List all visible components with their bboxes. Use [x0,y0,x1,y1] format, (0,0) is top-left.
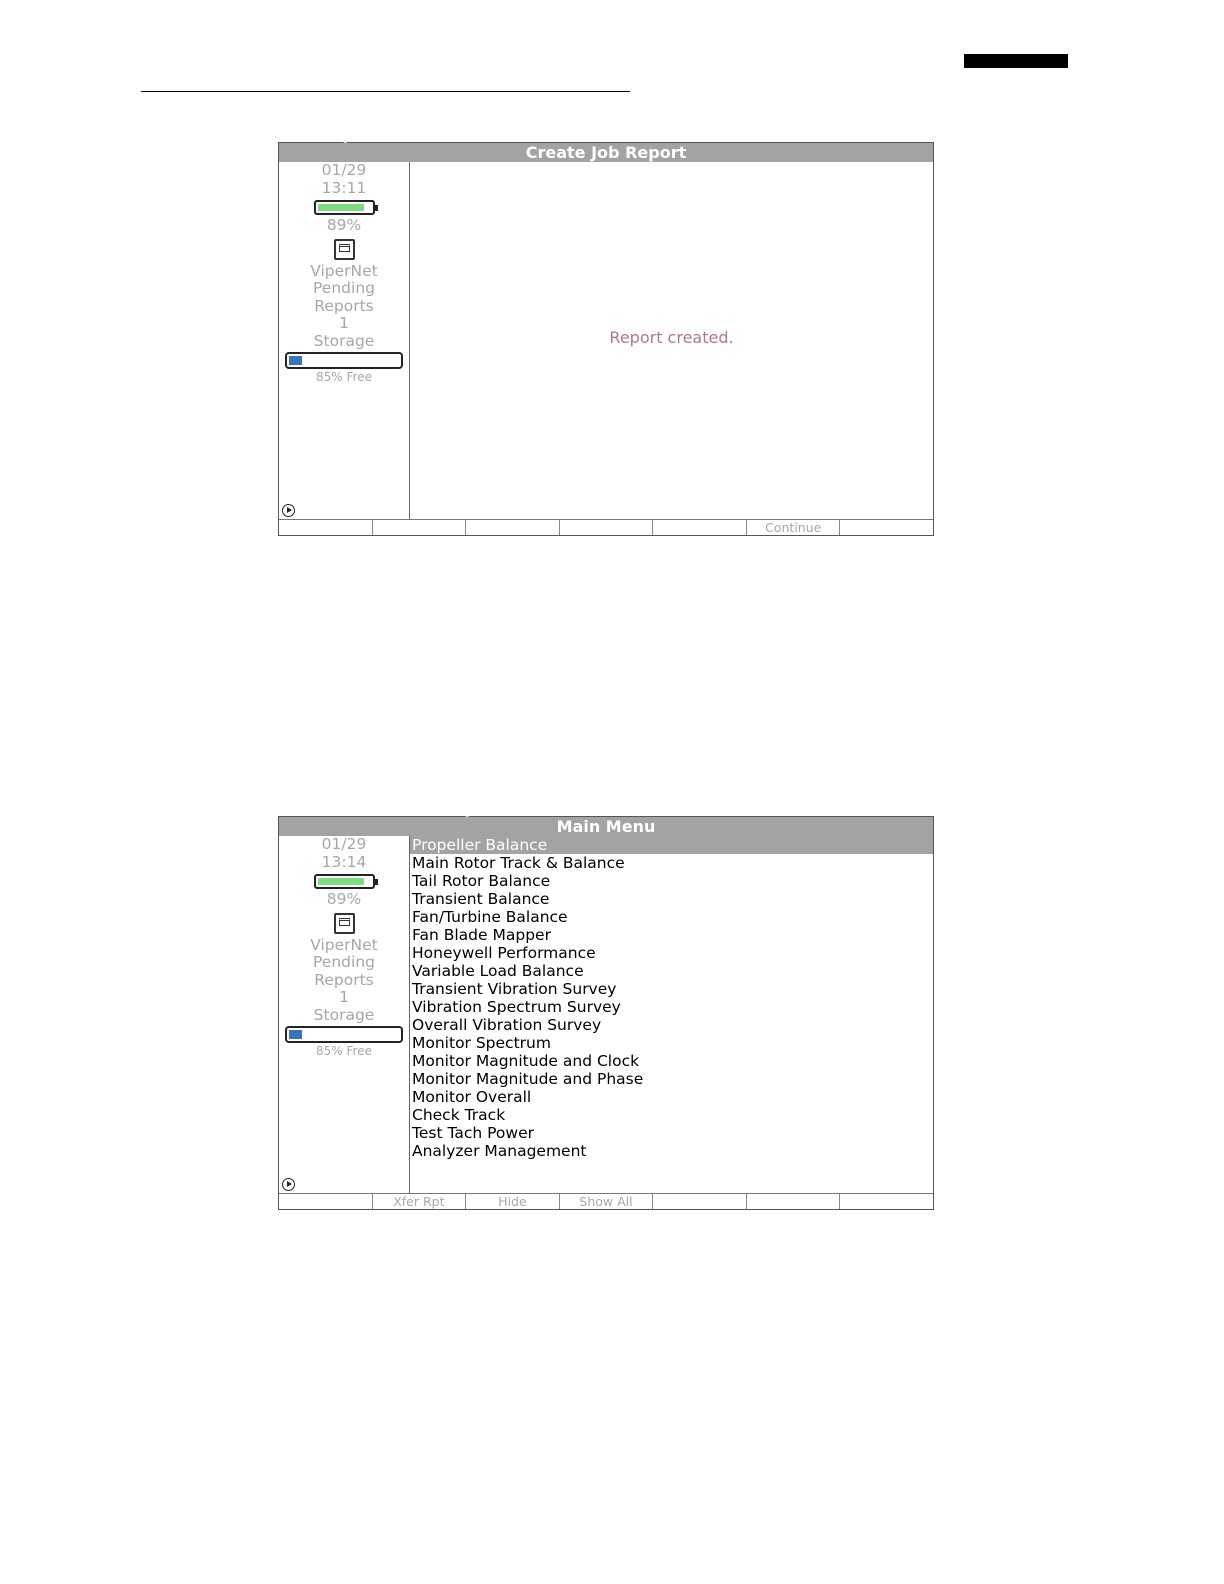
status-sidebar: 01/29 13:14 89% ViperNet Pending Reports… [279,835,410,1194]
battery-level-fill [317,204,365,211]
title-tick-mark: ˜ [343,142,348,152]
menu-item[interactable]: Monitor Spectrum [410,1034,933,1052]
reports-label: Reports [314,296,374,315]
xfer-rpt-softkey[interactable]: Xfer Rpt [371,1194,466,1209]
menu-item[interactable]: Variable Load Balance [410,962,933,980]
screen-title: Create Job Report [525,143,687,162]
storage-label: Storage [313,331,375,350]
title-bar: ˜ Main Menu [279,817,933,836]
storage-free-text: 85% Free [316,370,372,384]
menu-item[interactable]: Analyzer Management [410,1142,933,1160]
softkey-bar: Continue [279,519,933,535]
storage-bar [285,352,403,369]
pending-label: Pending [313,953,375,971]
menu-item[interactable]: Transient Vibration Survey [410,980,933,998]
status-sidebar: 01/29 13:11 89% ViperNet Pending Reports… [279,161,410,520]
menu-item[interactable]: Fan Blade Mapper [410,926,933,944]
time-text: 13:11 [321,178,367,197]
menu-item[interactable]: Test Tach Power [410,1124,933,1142]
show-all-softkey[interactable]: Show All [558,1194,653,1209]
main-menu-list: Propeller Balance Main Rotor Track & Bala… [410,836,933,1160]
pending-count: 1 [339,314,349,332]
menu-item[interactable]: Monitor Magnitude and Clock [410,1052,933,1070]
softkey-6[interactable] [745,1194,840,1209]
ethernet-port-icon [333,238,355,260]
header-rule [141,91,630,92]
status-message: Report created. [609,328,734,347]
menu-item[interactable]: Tail Rotor Balance [410,872,933,890]
menu-item[interactable]: Vibration Spectrum Survey [410,998,933,1016]
menu-item[interactable]: Check Track [410,1106,933,1124]
menu-item[interactable]: Monitor Magnitude and Phase [410,1070,933,1088]
softkey-bar: Xfer Rpt Hide Show All [279,1193,933,1209]
vipernet-label: ViperNet [310,935,378,954]
battery-icon [313,200,378,215]
battery-level-fill [317,878,365,885]
pending-label: Pending [313,279,375,297]
menu-item[interactable]: Fan/Turbine Balance [410,908,933,926]
title-tick-mark: ˜ [465,816,470,826]
menu-item[interactable]: Monitor Overall [410,1088,933,1106]
hide-softkey[interactable]: Hide [465,1194,559,1209]
softkey-3[interactable] [465,520,559,535]
storage-label: Storage [313,1005,375,1024]
create-job-report-screen: ˜ Create Job Report 01/29 13:11 89% Vipe… [278,142,934,536]
softkey-4[interactable] [558,520,653,535]
play-circle-icon[interactable] [282,1178,295,1191]
menu-item[interactable]: Honeywell Performance [410,944,933,962]
battery-icon [313,874,378,889]
storage-free-text: 85% Free [316,1044,372,1058]
redaction-bar [964,54,1068,68]
softkey-5[interactable] [652,1194,746,1209]
content-area: Report created. [410,162,933,520]
softkey-1[interactable] [279,1194,372,1209]
menu-item[interactable]: Main Rotor Track & Balance [410,854,933,872]
screen-title: Main Menu [556,817,656,836]
battery-percent-text: 89% [326,890,362,908]
menu-item[interactable]: Transient Balance [410,890,933,908]
softkey-5[interactable] [652,520,746,535]
date-text: 01/29 [321,835,367,853]
softkey-7[interactable] [839,1194,933,1209]
play-circle-icon[interactable] [282,504,295,517]
menu-item[interactable]: Overall Vibration Survey [410,1016,933,1034]
softkey-1[interactable] [279,520,372,535]
title-bar: ˜ Create Job Report [279,143,933,162]
softkey-7[interactable] [839,520,933,535]
pending-count: 1 [339,988,349,1006]
battery-percent-text: 89% [326,216,362,234]
menu-item[interactable]: Propeller Balance [410,836,933,854]
storage-bar [285,1026,403,1043]
storage-used-fill [289,356,303,365]
time-text: 13:14 [321,852,367,871]
storage-used-fill [289,1030,303,1039]
continue-softkey[interactable]: Continue [745,520,840,535]
reports-label: Reports [314,970,374,989]
main-menu-screen: ˜ Main Menu 01/29 13:14 89% ViperNet Pen… [278,816,934,1210]
ethernet-port-icon [333,912,355,934]
vipernet-label: ViperNet [310,261,378,280]
softkey-2[interactable] [371,520,466,535]
date-text: 01/29 [321,161,367,179]
content-area: Propeller Balance Main Rotor Track & Bala… [410,836,933,1194]
